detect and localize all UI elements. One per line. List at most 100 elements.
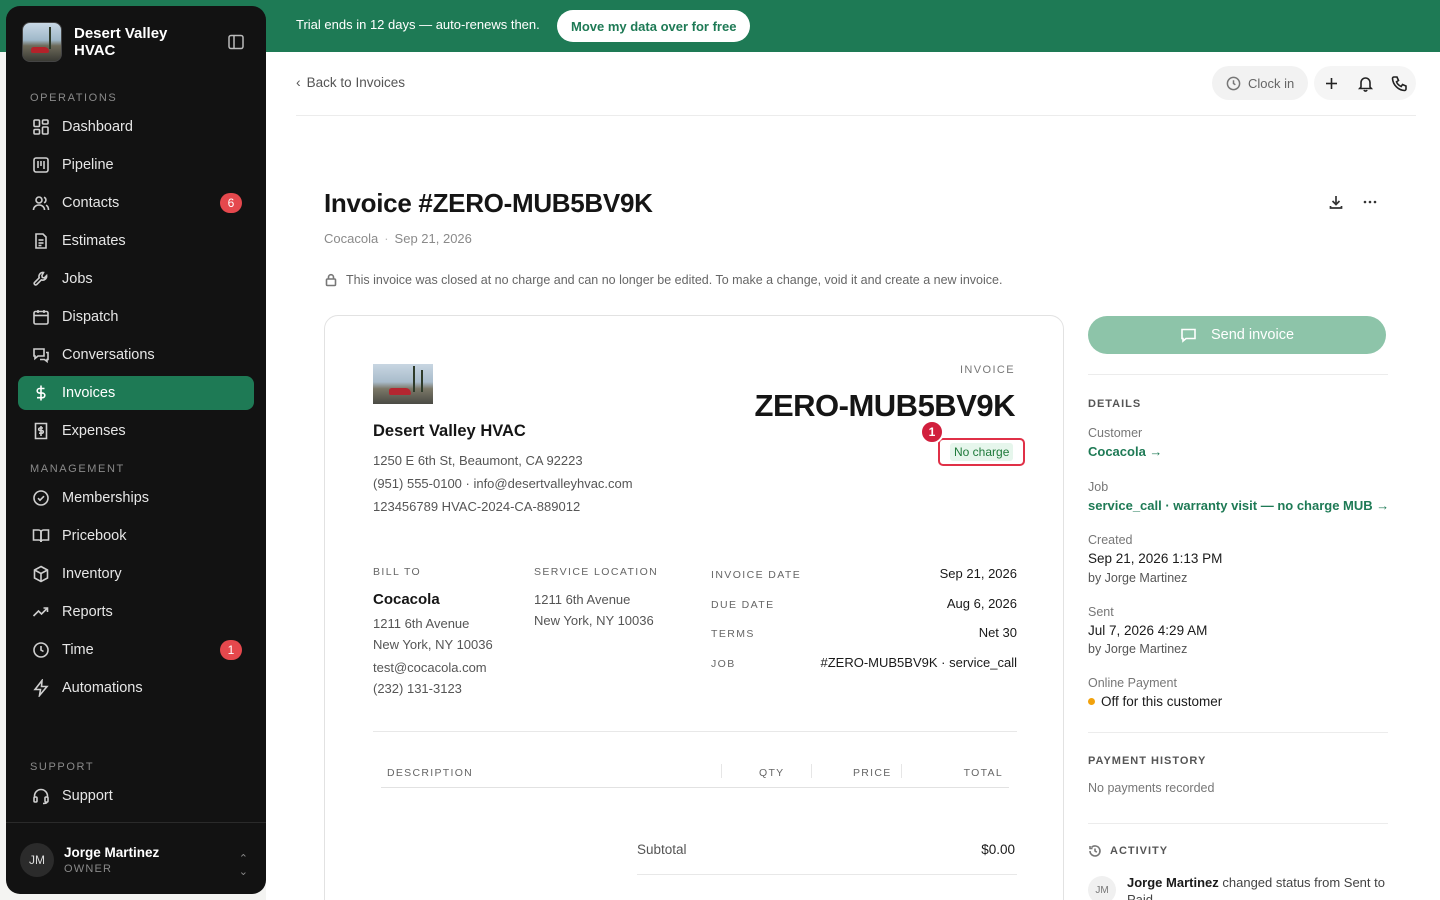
back-to-invoices-link[interactable]: ‹ Back to Invoices	[296, 74, 405, 90]
company-logo	[373, 364, 433, 404]
trial-banner-text: Trial ends in 12 days — auto-renews then…	[296, 17, 540, 32]
sidebar-item-label: Invoices	[62, 385, 116, 401]
sidebar-item-automations[interactable]: Automations	[18, 671, 254, 705]
subtotal-value: $0.00	[981, 842, 1015, 857]
invoice-number: ZERO-MUB5BV9K	[754, 388, 1016, 423]
move-data-button[interactable]: Move my data over for free	[557, 10, 751, 42]
activity-heading: ACTIVITY	[1088, 844, 1168, 858]
meta-key: INVOICE DATE	[711, 569, 802, 581]
badge-check-icon	[33, 490, 49, 506]
meta-value: Net 30	[978, 625, 1017, 640]
estimates-icon	[35, 233, 47, 249]
section-operations: OPERATIONS	[30, 92, 118, 104]
download-icon[interactable]	[1328, 194, 1344, 210]
sidebar-item-pricebook[interactable]: Pricebook	[18, 519, 254, 553]
locked-notice: This invoice was closed at no charge and…	[324, 273, 1002, 287]
clock-in-button[interactable]: Clock in	[1212, 66, 1309, 100]
plus-icon[interactable]	[1323, 75, 1340, 92]
customer-link[interactable]: Cocacola →	[1088, 444, 1162, 459]
panel-divider	[1088, 732, 1388, 733]
wrench-icon	[33, 271, 48, 286]
contacts-count-badge: 6	[220, 193, 242, 213]
company-address: 1250 E 6th St, Beaumont, CA 92223	[373, 453, 583, 468]
sidebar-item-dashboard[interactable]: Dashboard	[18, 110, 254, 144]
time-count-badge: 1	[220, 640, 242, 660]
sidebar-item-support[interactable]: Support	[18, 779, 254, 813]
sidebar-item-label: Support	[62, 788, 113, 804]
topbar: ‹ Back to Invoices Clock in	[296, 52, 1416, 116]
activity-entry: Jorge Martinez changed status from Sent …	[1127, 874, 1387, 900]
online-payment-label: Online Payment	[1088, 676, 1177, 690]
sidebar-item-pipeline[interactable]: Pipeline	[18, 148, 254, 182]
receipt-icon	[34, 422, 48, 440]
contacts-icon	[32, 196, 50, 211]
due-date-row: DUE DATE Aug 6, 2026	[711, 596, 1017, 616]
activity-heading-label: ACTIVITY	[1110, 845, 1169, 857]
sidebar-item-invoices[interactable]: Invoices	[18, 376, 254, 410]
created-label: Created	[1088, 533, 1133, 547]
activity-actor: Jorge Martinez	[1127, 875, 1219, 890]
lock-icon	[325, 273, 337, 287]
sidebar-item-label: Jobs	[62, 271, 93, 287]
brand-name: Desert Valley HVAC	[74, 25, 168, 59]
book-icon	[32, 529, 50, 543]
sidebar-item-contacts[interactable]: Contacts 6	[18, 186, 254, 220]
bell-icon[interactable]	[1357, 75, 1374, 92]
user-role: OWNER	[64, 863, 113, 875]
online-payment-value: Off for this customer	[1101, 694, 1223, 709]
send-invoice-button[interactable]: Send invoice	[1088, 316, 1386, 354]
topbar-actions	[1314, 66, 1416, 100]
card-divider	[373, 731, 1017, 732]
phone-icon[interactable]	[1391, 75, 1408, 92]
sidebar-item-expenses[interactable]: Expenses	[18, 414, 254, 448]
sidebar-item-reports[interactable]: Reports	[18, 595, 254, 629]
sidebar-item-label: Automations	[62, 680, 143, 696]
sidebar-item-estimates[interactable]: Estimates	[18, 224, 254, 258]
payment-history-heading: PAYMENT HISTORY	[1088, 755, 1207, 767]
calendar-icon	[33, 310, 49, 325]
subtotal-label: Subtotal	[637, 842, 687, 857]
status-badge-label: No charge	[950, 443, 1014, 461]
header-date: Sep 21, 2026	[394, 231, 472, 246]
sidebar-item-label: Memberships	[62, 490, 150, 506]
company-contact: (951) 555-0100 · info@desertvalleyhvac.c…	[373, 476, 633, 491]
created-value: Sep 21, 2026 1:13 PM	[1088, 551, 1223, 566]
sidebar-item-time[interactable]: Time 1	[18, 633, 254, 667]
section-support: SUPPORT	[30, 761, 95, 773]
page-title: Invoice #ZERO-MUB5BV9K	[324, 188, 653, 218]
meta-value: #ZERO-MUB5BV9K · service_call	[820, 655, 1018, 670]
sidebar-collapse-icon[interactable]	[226, 32, 246, 52]
back-link-label: Back to Invoices	[306, 74, 405, 90]
company-name: Desert Valley HVAC	[373, 422, 526, 440]
bill-to-street: 1211 6th Avenue	[373, 616, 470, 631]
invoice-date-row: INVOICE DATE Sep 21, 2026	[711, 566, 1017, 586]
trend-icon	[32, 607, 49, 617]
headset-icon	[33, 788, 49, 805]
bolt-icon	[33, 679, 49, 697]
chevron-up-down-icon: ⌃ ⌄	[238, 853, 248, 878]
sidebar-item-inventory[interactable]: Inventory	[18, 557, 254, 591]
sidebar-item-label: Contacts	[62, 195, 120, 211]
sidebar-item-label: Estimates	[62, 233, 126, 249]
more-icon[interactable]	[1362, 194, 1378, 210]
sidebar-divider	[6, 822, 266, 823]
sidebar-item-conversations[interactable]: Conversations	[18, 338, 254, 372]
sidebar-item-dispatch[interactable]: Dispatch	[18, 300, 254, 334]
title-actions	[1328, 194, 1378, 210]
sidebar-item-memberships[interactable]: Memberships	[18, 481, 254, 515]
panel-divider	[1088, 823, 1388, 824]
brand[interactable]: Desert Valley HVAC	[22, 22, 184, 62]
avatar: JM	[20, 843, 54, 877]
payment-history-empty: No payments recorded	[1088, 781, 1215, 795]
company-license: 123456789 HVAC-2024-CA-889012	[373, 499, 581, 514]
job-link[interactable]: service_call · warranty visit — no charg…	[1088, 498, 1389, 513]
bill-to-phone: (232) 131-3123	[373, 681, 462, 696]
sidebar-item-jobs[interactable]: Jobs	[18, 262, 254, 296]
chat-icon	[33, 348, 49, 364]
status-badge: No charge	[938, 438, 1026, 466]
customer-label: Customer	[1088, 426, 1143, 440]
bill-to-label: BILL TO	[373, 566, 422, 578]
user-menu[interactable]: JM Jorge Martinez OWNER ⌃ ⌄	[20, 840, 252, 880]
clock-icon	[33, 642, 49, 658]
job-row: JOB #ZERO-MUB5BV9K · service_call	[711, 655, 1017, 675]
